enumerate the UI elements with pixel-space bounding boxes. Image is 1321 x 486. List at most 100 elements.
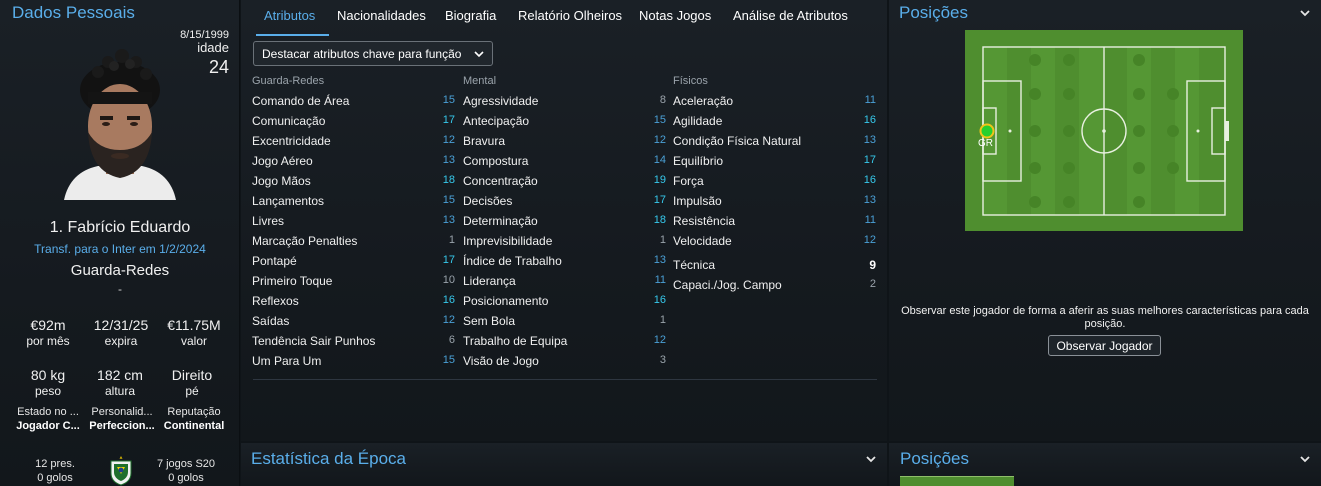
attribute-name: Lançamentos — [252, 194, 325, 208]
attribute-row[interactable]: Excentricidade 12 — [252, 131, 455, 151]
attribute-value: 11 — [654, 274, 666, 286]
tab-nationalities[interactable]: Nacionalidades — [337, 8, 426, 23]
attribute-name: Jogo Aéreo — [252, 154, 313, 168]
attribute-name: Comando de Área — [252, 94, 350, 108]
attribute-name: Jogo Mãos — [252, 174, 311, 188]
attribute-row[interactable]: Concentração 19 — [463, 171, 666, 191]
tab-biography[interactable]: Biografia — [445, 8, 496, 23]
attribute-row[interactable]: Um Para Um 15 — [252, 351, 455, 371]
attribute-row[interactable]: Visão de Jogo 3 — [463, 351, 666, 371]
attribute-row[interactable]: Jogo Mãos 18 — [252, 171, 455, 191]
attribute-row[interactable]: Sem Bola 1 — [463, 311, 666, 331]
chevron-down-icon[interactable] — [865, 453, 877, 465]
goalkeeping-header: Guarda-Redes — [252, 75, 325, 87]
attribute-value: 17 — [442, 254, 455, 266]
attribute-name: Livres — [252, 214, 285, 228]
attribute-value: 16 — [863, 174, 876, 186]
transfer-info[interactable]: Transf. para o Inter em 1/2/2024 — [0, 242, 240, 256]
height-label: altura — [104, 384, 136, 398]
player-position: Guarda-Redes — [70, 262, 170, 279]
attribute-row[interactable]: Bravura 12 — [463, 131, 666, 151]
tab-scout-report[interactable]: Relatório Olheiros — [518, 8, 622, 23]
panel-title: Dados Pessoais — [12, 3, 135, 22]
attribute-name: Visão de Jogo — [463, 354, 539, 368]
tab-attribute-analysis[interactable]: Análise de Atributos — [733, 8, 848, 23]
attribute-row[interactable]: Saídas 12 — [252, 311, 455, 331]
attribute-row[interactable]: Agilidade 16 — [673, 111, 876, 131]
attribute-row[interactable]: Posicionamento 16 — [463, 291, 666, 311]
reputation-label: Reputação — [167, 406, 221, 418]
attribute-row[interactable]: Condição Física Natural 13 — [673, 131, 876, 151]
physical-header: Físicos — [673, 75, 708, 87]
attribute-name: Resistência — [673, 214, 736, 228]
attribute-value: 16 — [863, 114, 876, 126]
attribute-row[interactable]: Imprevisibilidade 1 — [463, 231, 666, 251]
attribute-name: Agilidade — [673, 114, 723, 128]
attribute-row[interactable]: Antecipação 15 — [463, 111, 666, 131]
highlight-role-dropdown[interactable]: Destacar atributos chave para função — [253, 41, 493, 66]
attribute-row[interactable]: Resistência 11 — [673, 211, 876, 231]
chevron-down-icon[interactable] — [1299, 453, 1311, 465]
reputation[interactable]: Reputação Continental — [155, 406, 233, 432]
attribute-row[interactable]: Jogo Aéreo 13 — [252, 151, 455, 171]
attribute-name: Agressividade — [463, 94, 539, 108]
attribute-value: 3 — [659, 354, 666, 366]
attribute-name: Antecipação — [463, 114, 530, 128]
attribute-row[interactable]: Compostura 14 — [463, 151, 666, 171]
attribute-value: 1 — [448, 234, 455, 246]
squad-status[interactable]: Estado no ... Jogador C... — [9, 406, 87, 432]
attribute-row[interactable]: Agressividade 8 — [463, 91, 666, 111]
attribute-row[interactable]: Decisões 17 — [463, 191, 666, 211]
attribute-row[interactable]: Comando de Área 15 — [252, 91, 455, 111]
personality-label: Personalid... — [91, 406, 153, 418]
attribute-value: 19 — [653, 174, 666, 186]
weight-label: peso — [34, 384, 62, 398]
dropdown-label: Destacar atributos chave para função — [262, 47, 462, 61]
attribute-value: 14 — [653, 154, 666, 166]
attribute-value: 11 — [864, 94, 876, 106]
attribute-row[interactable]: Determinação 18 — [463, 211, 666, 231]
attribute-row[interactable]: Equilíbrio 17 — [673, 151, 876, 171]
attribute-name: Marcação Penalties — [252, 234, 358, 248]
wage-label: por mês — [26, 334, 70, 348]
scout-player-button[interactable]: Observar Jogador — [1048, 335, 1161, 356]
attribute-row[interactable]: Marcação Penalties 1 — [252, 231, 455, 251]
attribute-row[interactable]: Índice de Trabalho 13 — [463, 251, 666, 271]
goalkeeper-position-marker-icon[interactable] — [979, 123, 995, 139]
attribute-row[interactable]: Comunicação 17 — [252, 111, 455, 131]
attribute-row[interactable]: Primeiro Toque 10 — [252, 271, 455, 291]
attribute-row[interactable]: Pontapé 17 — [252, 251, 455, 271]
attribute-row[interactable]: Capaci./Jog. Campo 2 — [673, 275, 876, 295]
reputation-value: Continental — [163, 420, 225, 432]
chevron-down-icon[interactable] — [1299, 7, 1311, 19]
market-value-stat: €11.75M valor — [154, 317, 234, 348]
senior-caps: 12 pres. 0 golos — [15, 458, 95, 484]
attribute-row[interactable]: Livres 13 — [252, 211, 455, 231]
attribute-name: Primeiro Toque — [252, 274, 333, 288]
attribute-row[interactable]: Lançamentos 15 — [252, 191, 455, 211]
attribute-row[interactable]: Tendência Sair Punhos 6 — [252, 331, 455, 351]
attribute-name: Comunicação — [252, 114, 326, 128]
attribute-name: Força — [673, 174, 704, 188]
goalkeeper-position-label: GR — [978, 138, 993, 149]
tab-attributes[interactable]: Atributos — [264, 8, 315, 23]
attribute-row[interactable]: Liderança 11 — [463, 271, 666, 291]
player-portrait — [64, 49, 176, 200]
personality[interactable]: Personalid... Perfeccion... — [83, 406, 161, 432]
attribute-row[interactable]: Força 16 — [673, 171, 876, 191]
national-team-crest-icon[interactable] — [108, 455, 134, 486]
positions-panel-secondary: Posições — [889, 443, 1321, 486]
attribute-row[interactable]: Reflexos 16 — [252, 291, 455, 311]
attribute-row[interactable]: Trabalho de Equipa 12 — [463, 331, 666, 351]
attribute-row[interactable]: Impulsão 13 — [673, 191, 876, 211]
tab-match-ratings[interactable]: Notas Jogos — [639, 8, 711, 23]
attribute-row[interactable]: Velocidade 12 — [673, 231, 876, 251]
attribute-row[interactable]: Aceleração 11 — [673, 91, 876, 111]
attributes-panel: Atributos Nacionalidades Biografia Relat… — [241, 0, 887, 441]
attribute-value: 12 — [442, 134, 455, 146]
attribute-value: 13 — [653, 254, 666, 266]
attribute-row[interactable]: Técnica 9 — [673, 255, 876, 275]
attribute-value: 6 — [448, 334, 455, 346]
secondary-role: - — [118, 282, 122, 296]
attribute-name: Condição Física Natural — [673, 134, 802, 148]
